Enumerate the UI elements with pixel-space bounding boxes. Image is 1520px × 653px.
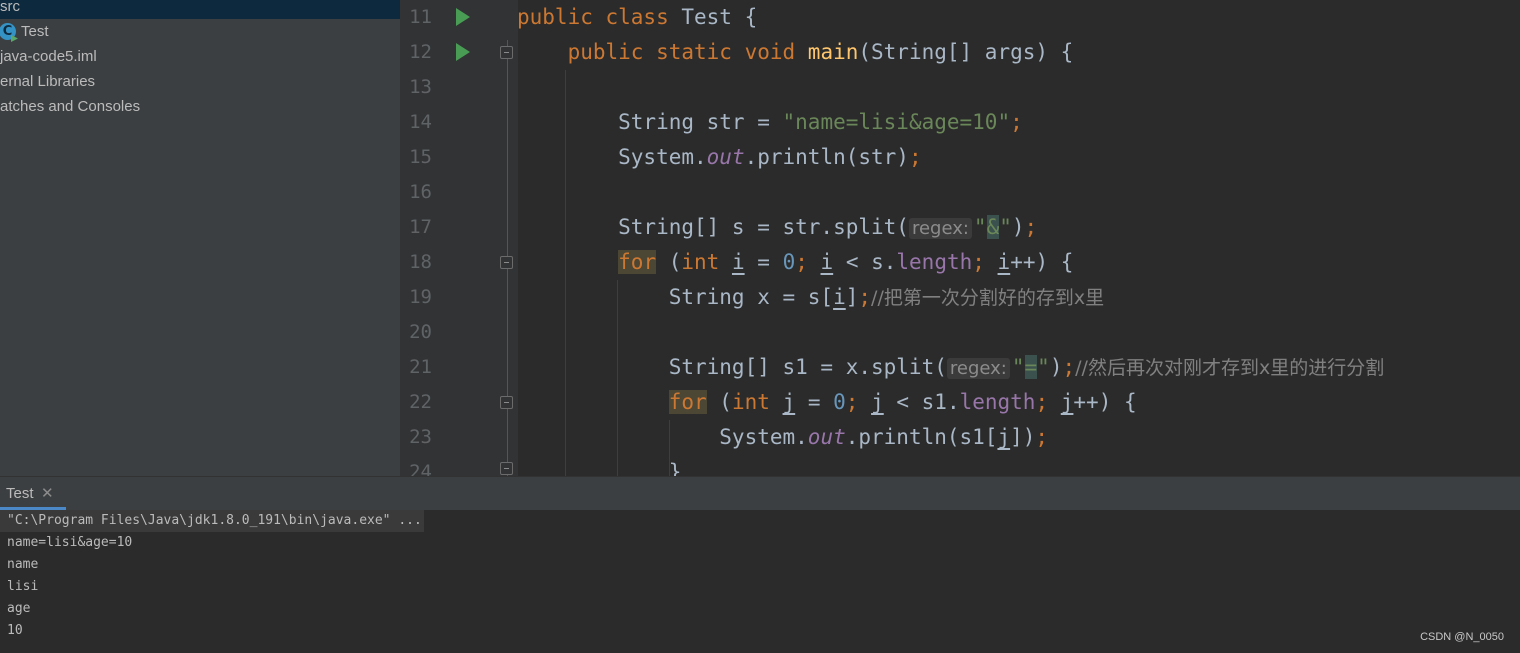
fold-marker-icon[interactable]: [500, 462, 513, 475]
run-gutter-icon[interactable]: [456, 43, 470, 61]
java-class-icon: C: [0, 23, 16, 40]
code-editor[interactable]: 11 12 13 14 15 16 17 18 19 20 21 22 23 2…: [400, 0, 1520, 476]
line-number: 18: [409, 251, 432, 273]
project-panel: src C Test java-code5.iml ernal Librarie…: [0, 0, 400, 476]
tree-item-label: Test: [21, 23, 49, 40]
line-number: 15: [409, 146, 432, 168]
editor-gutter: 11 12 13 14 15 16 17 18 19 20 21 22 23 2…: [400, 0, 518, 476]
console-output-line: lisi: [7, 579, 39, 594]
line-number: 17: [409, 216, 432, 238]
tree-item-label: src: [0, 0, 20, 15]
console-output-line: name=lisi&age=10: [7, 535, 133, 550]
code-line: System.out.println(str);: [517, 145, 922, 169]
code-line: String x = s[i];//把第一次分割好的存到x里: [517, 285, 1105, 309]
line-number: 22: [409, 391, 432, 413]
line-number: 20: [409, 321, 432, 343]
parameter-hint: regex:: [946, 358, 1010, 379]
console-output-line: name: [7, 557, 39, 572]
tree-item-iml[interactable]: java-code5.iml: [0, 44, 97, 69]
line-number: 16: [409, 181, 432, 203]
tree-item-scratches[interactable]: atches and Consoles: [0, 94, 140, 119]
run-panel-header: Test ✕: [0, 476, 1520, 510]
console-output-line: 10: [7, 623, 23, 638]
close-icon[interactable]: ✕: [41, 477, 54, 510]
watermark: CSDN @N_0050: [1420, 631, 1504, 643]
line-number: 11: [409, 6, 432, 28]
code-comment: //把第一次分割好的存到x里: [871, 287, 1105, 309]
fold-marker-icon[interactable]: [500, 256, 513, 269]
code-line: public static void main(String[] args) {: [567, 40, 1074, 64]
code-line: public class Test {: [517, 5, 758, 29]
console-output-line: age: [7, 601, 31, 616]
line-number: 19: [409, 286, 432, 308]
run-gutter-icon[interactable]: [456, 8, 470, 26]
line-number: 21: [409, 356, 432, 378]
tree-item-label: java-code5.iml: [0, 48, 97, 65]
run-tab-label: Test: [6, 485, 34, 502]
line-number: 13: [409, 76, 432, 98]
code-line: String[] s1 = x.split(regex: "=");//然后再次对…: [517, 355, 1385, 379]
line-number: 14: [409, 111, 432, 133]
console-command-line[interactable]: "C:\Program Files\Java\jdk1.8.0_191\bin\…: [0, 510, 424, 532]
run-panel: Test ✕ "C:\Program Files\Java\jdk1.8.0_1…: [0, 476, 1520, 653]
code-line: String str = "name=lisi&age=10";: [517, 110, 1023, 134]
line-number: 12: [409, 41, 432, 63]
fold-marker-icon[interactable]: [500, 46, 513, 59]
run-tab[interactable]: Test ✕: [0, 477, 66, 510]
tree-item-src[interactable]: src: [0, 0, 400, 19]
line-number: 24: [409, 461, 432, 476]
code-line: System.out.println(s1[j]);: [517, 425, 1049, 449]
code-comment: //然后再次对刚才存到x里的进行分割: [1075, 357, 1385, 379]
code-line: }: [517, 460, 682, 476]
parameter-hint: regex:: [908, 218, 972, 239]
tree-item-label: ernal Libraries: [0, 73, 96, 90]
code-line: String[] s = str.split(regex: "&");: [517, 215, 1038, 239]
tree-item-external-libraries[interactable]: ernal Libraries: [0, 69, 95, 94]
tree-item-label: atches and Consoles: [0, 98, 141, 115]
code-line: for (int j = 0; j < s1.length; j++) {: [668, 390, 1137, 414]
line-number: 23: [409, 426, 432, 448]
code-line: for (int i = 0; i < s.length; i++) {: [618, 250, 1074, 274]
fold-marker-icon[interactable]: [500, 396, 513, 409]
